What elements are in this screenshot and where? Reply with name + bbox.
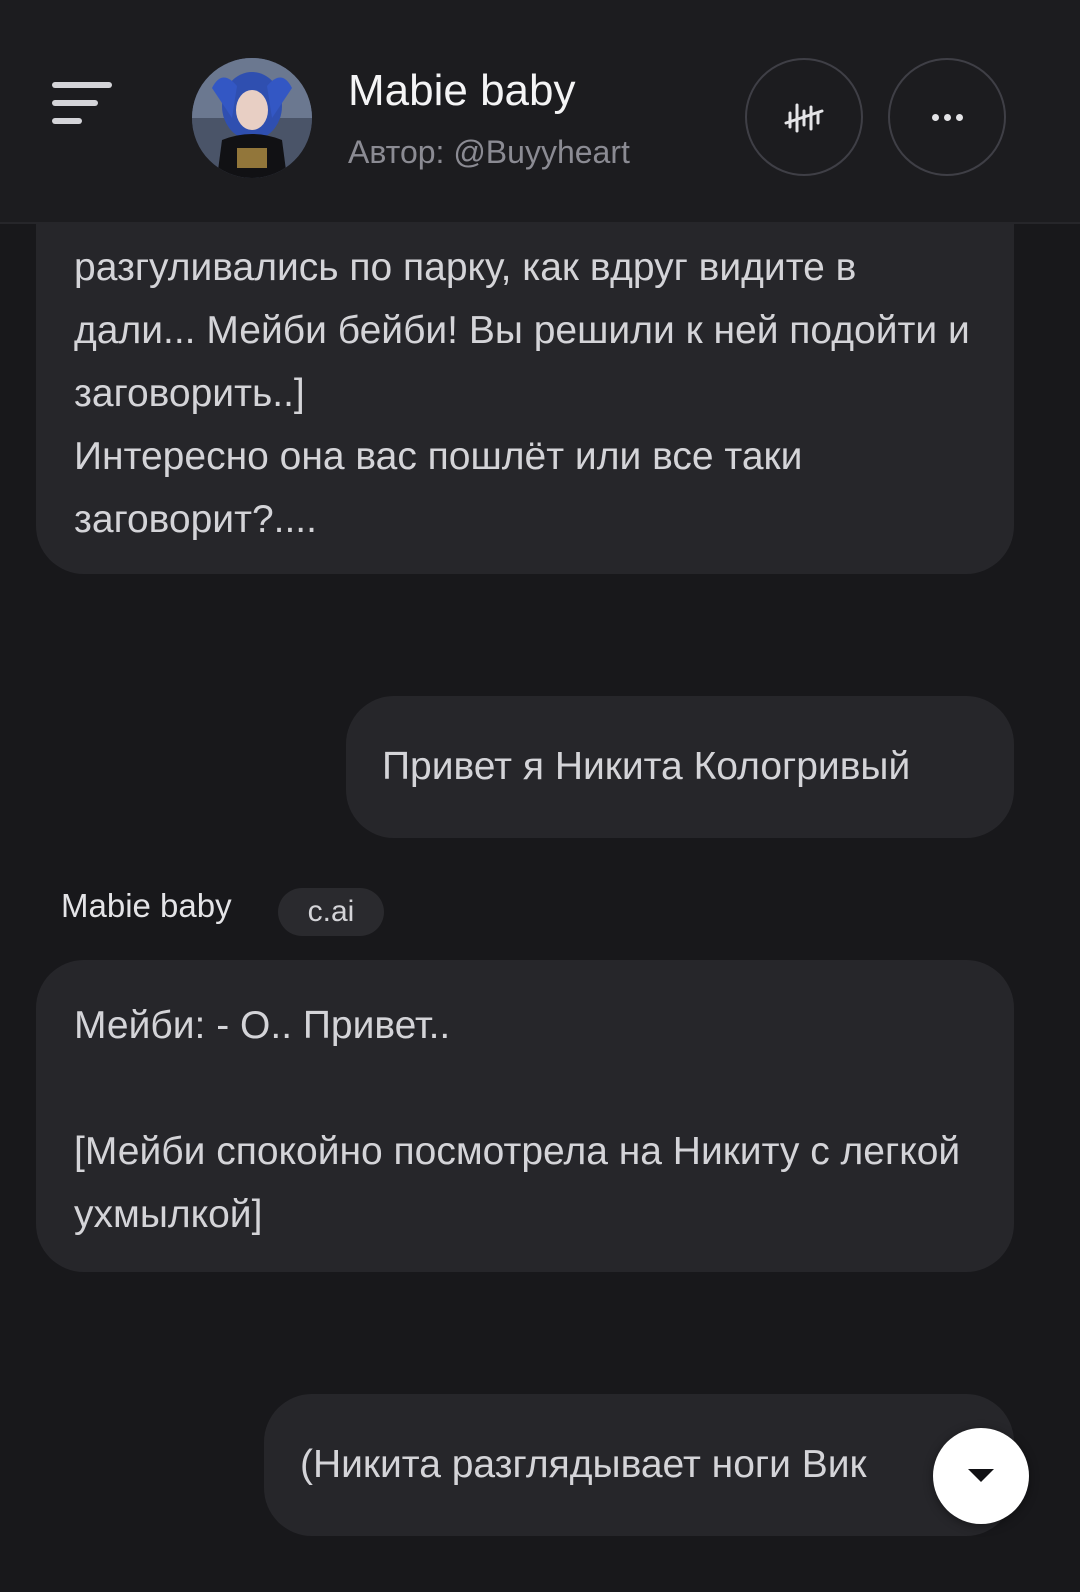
message-user: Привет я Никита Кологривый <box>346 696 1014 838</box>
message-author-name: Mabie baby <box>61 887 232 924</box>
chevron-down-icon <box>968 1469 994 1482</box>
character-avatar[interactable] <box>192 58 312 178</box>
voice-button[interactable] <box>745 58 863 176</box>
hamburger-icon <box>52 82 112 88</box>
more-horizontal-icon <box>931 113 963 121</box>
menu-button[interactable] <box>52 82 116 130</box>
more-options-button[interactable] <box>888 58 1006 176</box>
message-bot: Мейби: - О.. Привет.. [Мейби спокойно по… <box>36 960 1014 1272</box>
chat-screen: Mabie baby Автор: @Buyyheart разгуливали… <box>0 0 1080 1592</box>
cai-badge: c.ai <box>278 888 384 936</box>
hamburger-icon-line <box>52 100 98 106</box>
message-user: (Никита разглядывает ноги Вик <box>264 1394 1014 1536</box>
scroll-to-bottom-button[interactable] <box>933 1428 1029 1524</box>
chat-author[interactable]: Автор: @Buyyheart <box>348 134 630 171</box>
chat-header: Mabie baby Автор: @Buyyheart <box>0 0 1080 224</box>
avatar-image <box>192 58 312 178</box>
hamburger-icon-line <box>52 118 82 124</box>
voice-waveform-off-icon <box>784 103 824 133</box>
chat-title: Mabie baby <box>348 66 576 115</box>
